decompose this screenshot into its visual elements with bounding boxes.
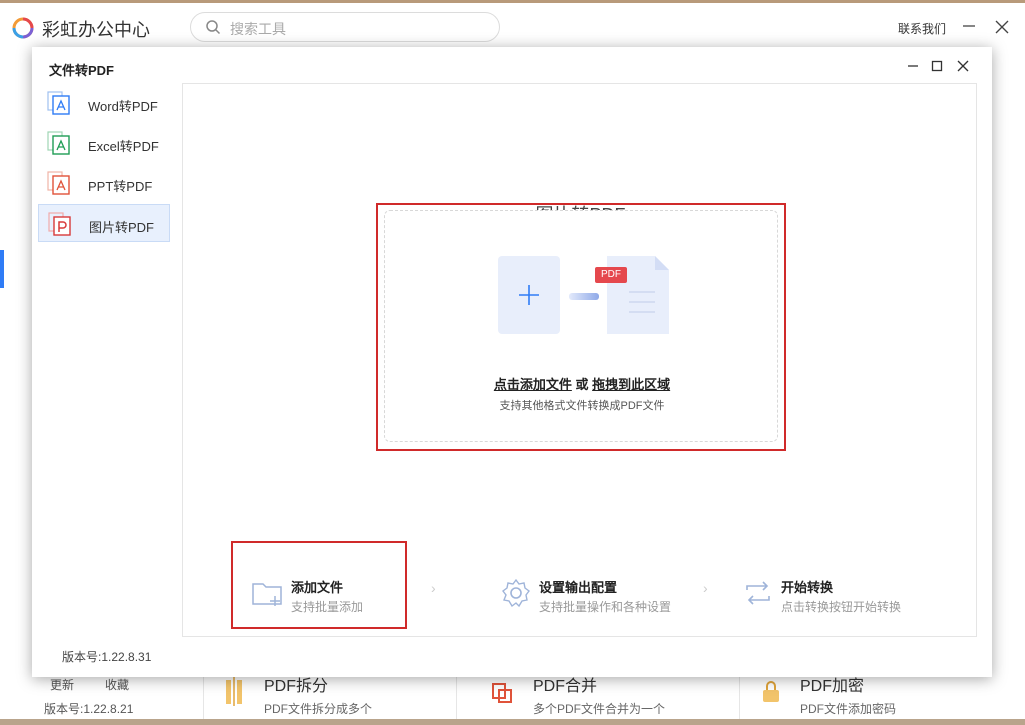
rainbow-logo-icon: [12, 17, 34, 39]
sidebar-item-label: 图片转PDF: [89, 220, 155, 235]
step-title: 设置输出配置: [539, 580, 618, 595]
step-output-settings[interactable]: 设置输出配置 支持批量操作和各种设置: [499, 574, 699, 634]
maximize-icon[interactable]: [930, 59, 944, 73]
pdf-badge: PDF: [595, 267, 627, 283]
convert-icon: [746, 581, 770, 605]
sidebar-item-word[interactable]: Word转PDF: [38, 84, 170, 122]
tool-desc: 多个PDF文件合并为一个: [533, 702, 666, 716]
chevron-right-icon: ›: [703, 580, 708, 596]
add-folder-icon: [252, 583, 282, 606]
nav-active-indicator: [0, 250, 4, 288]
tool-desc: PDF文件添加密码: [800, 702, 897, 716]
bottom-border: [0, 719, 1025, 725]
favorites-link[interactable]: 收藏: [105, 676, 129, 693]
minimize-icon[interactable]: [960, 17, 978, 35]
sidebar-item-label: Word转PDF: [88, 99, 158, 114]
minimize-icon[interactable]: [906, 59, 920, 73]
sidebar-item-label: PPT转PDF: [88, 179, 153, 194]
ppt-pdf-icon: [47, 171, 70, 195]
excel-pdf-icon: [47, 131, 70, 155]
dropzone-hint: 支持其他格式文件转换成PDF文件: [499, 400, 665, 412]
content-panel: 图片转PDF PDF 点: [182, 83, 977, 637]
search-placeholder: 搜索工具: [230, 21, 286, 37]
convert-dialog: 文件转PDF Word转PDF Excel转PDF PPT转PDF 图片转PDF…: [32, 47, 992, 677]
step-desc: 支持批量添加: [291, 600, 364, 614]
chevron-right-icon: ›: [431, 580, 436, 596]
update-link[interactable]: 更新: [50, 676, 74, 693]
split-icon: [226, 676, 242, 706]
sidebar-item-ppt[interactable]: PPT转PDF: [38, 164, 170, 202]
step-title: 开始转换: [781, 580, 834, 595]
step-desc: 支持批量操作和各种设置: [539, 600, 672, 614]
lock-icon: [763, 681, 779, 702]
merge-icon: [492, 683, 512, 703]
plus-icon: [519, 285, 539, 305]
dialog-version: 版本号:1.22.8.31: [62, 650, 152, 664]
step-start-convert[interactable]: 开始转换 点击转换按钮开始转换: [741, 574, 941, 634]
add-file-card[interactable]: [498, 256, 560, 334]
contact-us-link[interactable]: 联系我们: [898, 20, 946, 37]
step-desc: 点击转换按钮开始转换: [781, 600, 902, 614]
or-text: 或: [575, 377, 589, 392]
drag-here-link[interactable]: 拖拽到此区域: [592, 377, 670, 392]
sidebar-item-label: Excel转PDF: [88, 139, 159, 154]
click-add-file-link[interactable]: 点击添加文件: [494, 377, 572, 392]
app-header: [0, 3, 1025, 51]
file-dropzone[interactable]: PDF 点击添加文件 或 拖拽到此区域 支持其他格式文件转换成PDF文件: [384, 210, 778, 442]
close-icon[interactable]: [992, 17, 1012, 37]
search-icon: [206, 20, 221, 35]
sidebar-item-excel[interactable]: Excel转PDF: [38, 124, 170, 162]
dropzone-instruction: 点击添加文件 或 拖拽到此区域: [385, 374, 779, 393]
tool-card-split[interactable]: PDF拆分 PDF文件拆分成多个: [203, 672, 456, 725]
word-pdf-icon: [47, 91, 70, 115]
tool-card-encrypt[interactable]: PDF加密 PDF文件添加密码: [739, 672, 1025, 725]
tool-desc: PDF文件拆分成多个: [264, 702, 373, 716]
app-title: 彩虹办公中心: [42, 20, 150, 40]
step-title: 添加文件: [291, 580, 344, 595]
close-icon[interactable]: [955, 58, 971, 74]
gear-icon: [502, 578, 530, 608]
dialog-title: 文件转PDF: [49, 63, 115, 78]
image-pdf-icon: [48, 212, 71, 236]
sidebar-item-image[interactable]: 图片转PDF: [38, 204, 170, 242]
step-add-file[interactable]: 添加文件 支持批量添加: [251, 574, 401, 634]
dropzone-highlight: PDF 点击添加文件 或 拖拽到此区域 支持其他格式文件转换成PDF文件: [376, 203, 786, 451]
tool-card-merge[interactable]: PDF合并 多个PDF文件合并为一个: [456, 672, 719, 725]
app-version: 版本号:1.22.8.21: [44, 702, 134, 716]
arrow-bar: [569, 293, 599, 300]
